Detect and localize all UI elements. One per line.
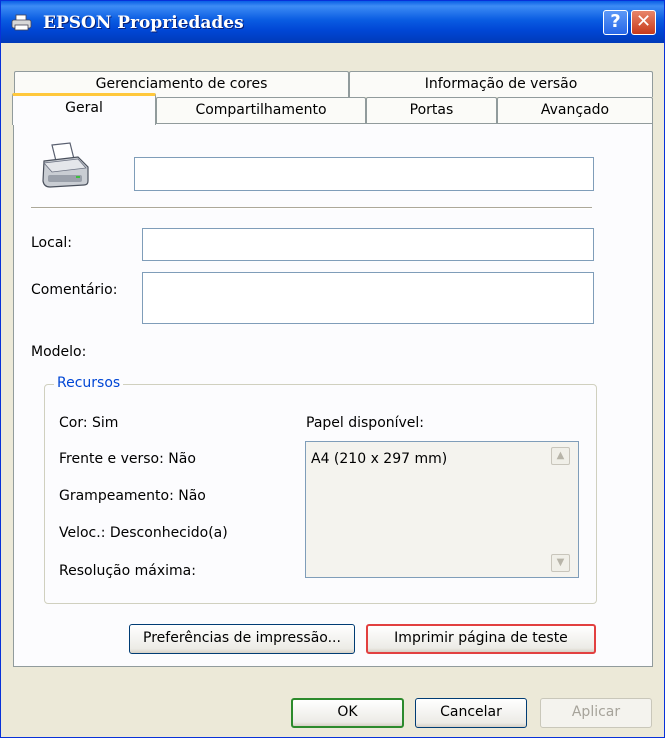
tab-version-info[interactable]: Informação de versão xyxy=(349,71,653,97)
max-resolution-feature: Resolução máxima: xyxy=(59,563,196,579)
printer-icon xyxy=(11,14,33,32)
ok-button[interactable]: OK xyxy=(291,698,404,728)
local-label: Local: xyxy=(31,235,73,251)
duplex-feature: Frente e verso: Não xyxy=(59,451,196,467)
tab-general[interactable]: Geral xyxy=(12,93,156,125)
color-feature: Cor: Sim xyxy=(59,415,119,431)
apply-button[interactable]: Aplicar xyxy=(540,698,652,728)
comment-field[interactable] xyxy=(142,272,594,324)
paper-available-label: Papel disponível: xyxy=(306,415,425,431)
features-group-title: Recursos xyxy=(54,375,124,391)
paper-list-item[interactable]: A4 (210 x 297 mm) xyxy=(311,451,447,467)
close-button[interactable]: ✕ xyxy=(631,10,656,35)
properties-dialog: EPSON Propriedades ? ✕ Gerenciamento de … xyxy=(0,0,665,738)
title-bar[interactable]: EPSON Propriedades ? ✕ xyxy=(1,1,664,43)
scroll-down-arrow-icon[interactable]: ▼ xyxy=(551,554,570,572)
help-button[interactable]: ? xyxy=(603,10,628,35)
cancel-button[interactable]: Cancelar xyxy=(415,698,527,728)
model-label: Modelo: xyxy=(31,344,87,360)
tab-advanced[interactable]: Avançado xyxy=(497,97,653,123)
printing-preferences-button[interactable]: Preferências de impressão... xyxy=(129,624,355,654)
comment-label: Comentário: xyxy=(31,282,118,298)
tab-ports[interactable]: Portas xyxy=(366,97,497,123)
local-field[interactable] xyxy=(142,228,594,261)
staple-feature: Grampeamento: Não xyxy=(59,488,206,504)
scroll-up-arrow-icon[interactable]: ▲ xyxy=(551,447,570,465)
separator xyxy=(31,207,592,209)
printer-name-field[interactable] xyxy=(134,157,594,191)
window-title: EPSON Propriedades xyxy=(43,13,244,33)
printer-icon xyxy=(38,141,90,191)
tab-sharing[interactable]: Compartilhamento xyxy=(156,97,366,123)
speed-feature: Veloc.: Desconhecido(a) xyxy=(59,525,228,541)
print-test-page-button[interactable]: Imprimir página de teste xyxy=(366,624,596,654)
